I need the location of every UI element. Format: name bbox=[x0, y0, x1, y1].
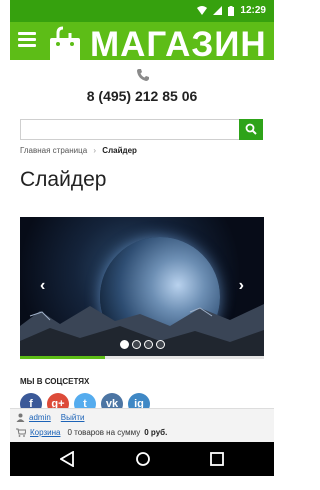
main-content: 8 (495) 212 85 06 Главная страница › Сла… bbox=[10, 60, 274, 408]
google-plus-icon[interactable]: g+ bbox=[47, 393, 69, 408]
signal-icon bbox=[213, 6, 223, 15]
search-icon bbox=[245, 123, 257, 135]
vk-icon[interactable]: vk bbox=[101, 393, 123, 408]
cart-icon bbox=[16, 428, 26, 437]
breadcrumb: Главная страница › Слайдер bbox=[20, 146, 137, 155]
user-icon bbox=[16, 413, 25, 422]
account-bar: admin Выйти Корзина 0 товаров на сумму 0… bbox=[10, 408, 274, 442]
recent-apps-icon[interactable] bbox=[210, 451, 224, 467]
facebook-icon[interactable]: f bbox=[20, 393, 42, 408]
cart-amount: 0 руб. bbox=[144, 428, 168, 437]
twitter-icon[interactable]: t bbox=[74, 393, 96, 408]
breadcrumb-separator: › bbox=[93, 146, 97, 155]
breadcrumb-home[interactable]: Главная страница bbox=[20, 146, 87, 155]
logout-link[interactable]: Выйти bbox=[61, 413, 85, 422]
phone-screen: 12:29 МАГАЗИН 8 (495) 212 85 06 Главная … bbox=[10, 0, 274, 476]
slider-progress-bar bbox=[20, 356, 264, 359]
clock: 12:29 bbox=[240, 5, 266, 16]
android-nav-bar bbox=[10, 442, 274, 476]
site-logo-text[interactable]: МАГАЗИН bbox=[90, 25, 267, 60]
battery-icon bbox=[228, 5, 235, 16]
page-title: Слайдер bbox=[20, 168, 107, 191]
back-icon[interactable] bbox=[60, 451, 74, 467]
slider-dot-3[interactable] bbox=[144, 340, 153, 349]
phone-icon bbox=[137, 69, 149, 81]
slider-dot-2[interactable] bbox=[132, 340, 141, 349]
breadcrumb-current: Слайдер bbox=[102, 146, 137, 155]
image-slider[interactable]: ‹ › bbox=[20, 217, 264, 356]
slider-dot-4[interactable] bbox=[156, 340, 165, 349]
search-button[interactable] bbox=[239, 119, 263, 140]
slider-progress-fill bbox=[20, 356, 106, 359]
slider-pagination bbox=[120, 340, 165, 349]
status-bar: 12:29 bbox=[10, 0, 274, 22]
search-input[interactable] bbox=[20, 119, 240, 140]
social-heading: МЫ В СОЦСЕТЯХ bbox=[20, 377, 90, 386]
instagram-icon[interactable]: ig bbox=[128, 393, 150, 408]
user-link[interactable]: admin bbox=[29, 413, 51, 422]
wifi-icon bbox=[197, 6, 208, 15]
slider-dot-1[interactable] bbox=[120, 340, 129, 349]
slider-prev-button[interactable]: ‹ bbox=[40, 277, 45, 295]
cart-link[interactable]: Корзина bbox=[30, 428, 60, 437]
phone-number[interactable]: 8 (495) 212 85 06 bbox=[10, 88, 274, 104]
slider-next-button[interactable]: › bbox=[239, 277, 244, 295]
cart-summary: 0 товаров на сумму bbox=[67, 428, 141, 437]
home-icon[interactable] bbox=[135, 451, 151, 467]
site-header: МАГАЗИН bbox=[10, 22, 274, 60]
shopping-bag-icon[interactable] bbox=[48, 26, 82, 60]
menu-icon[interactable] bbox=[18, 32, 36, 48]
social-links: f g+ t vk ig bbox=[20, 393, 150, 408]
